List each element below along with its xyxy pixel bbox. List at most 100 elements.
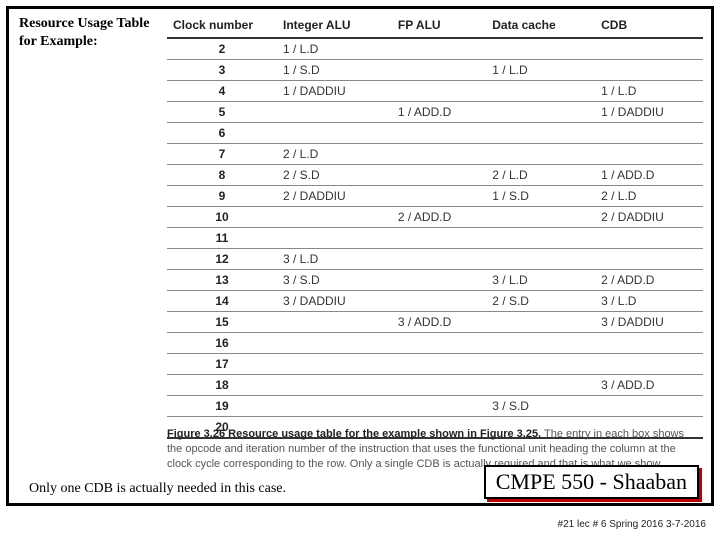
cell-fpalu [392,165,486,186]
table-row: 5 1 / ADD.D 1 / DADDIU [167,102,703,123]
cell-ialu [277,375,392,396]
table-row: 153 / ADD.D3 / DADDIU [167,312,703,333]
cell-ialu [277,333,392,354]
cell-clock: 3 [167,60,277,81]
table-row: 143 / DADDIU2 / S.D3 / L.D [167,291,703,312]
cell-cdb [595,144,703,165]
col-ialu: Integer ALU [277,15,392,38]
table-row: 31 / S.D 1 / L.D [167,60,703,81]
cell-cdb: 1 / DADDIU [595,102,703,123]
cell-cdb: 2 / L.D [595,186,703,207]
page-meta: #21 lec # 6 Spring 2016 3-7-2016 [558,519,706,530]
cell-cdb [595,396,703,417]
table-row: 102 / ADD.D2 / DADDIU [167,207,703,228]
cell-dcache: 3 / L.D [486,270,595,291]
cell-fpalu [392,123,486,144]
cell-fpalu: 2 / ADD.D [392,207,486,228]
table-row: 16 [167,333,703,354]
col-dcache: Data cache [486,15,595,38]
caption-lead: Figure 3.26 Resource usage table for the… [167,428,541,440]
table-row: 17 [167,354,703,375]
cell-cdb [595,333,703,354]
col-cdb: CDB [595,15,703,38]
cell-clock: 11 [167,228,277,249]
cell-clock: 12 [167,249,277,270]
cell-ialu: 2 / DADDIU [277,186,392,207]
cell-clock: 13 [167,270,277,291]
cell-ialu: 3 / L.D [277,249,392,270]
cell-ialu: 1 / L.D [277,38,392,60]
footer-note: Only one CDB is actually needed in this … [29,481,286,497]
cell-cdb: 3 / ADD.D [595,375,703,396]
cell-ialu: 1 / S.D [277,60,392,81]
cell-cdb [595,249,703,270]
cell-clock: 7 [167,144,277,165]
cell-dcache: 3 / S.D [486,396,595,417]
cell-ialu: 3 / S.D [277,270,392,291]
table-row: 6 [167,123,703,144]
cell-clock: 9 [167,186,277,207]
cell-fpalu [392,38,486,60]
cell-dcache: 2 / S.D [486,291,595,312]
cell-cdb: 1 / L.D [595,81,703,102]
col-fpalu: FP ALU [392,15,486,38]
table-row: 11 [167,228,703,249]
course-tag: CMPE 550 - Shaaban [484,465,699,499]
cell-ialu [277,102,392,123]
cell-ialu [277,354,392,375]
table-header-row: Clock number Integer ALU FP ALU Data cac… [167,15,703,38]
cell-fpalu [392,228,486,249]
cell-clock: 8 [167,165,277,186]
cell-dcache [486,333,595,354]
cell-dcache [486,123,595,144]
cell-dcache: 1 / S.D [486,186,595,207]
table-row: 183 / ADD.D [167,375,703,396]
cell-clock: 4 [167,81,277,102]
cell-cdb: 3 / DADDIU [595,312,703,333]
cell-dcache [486,207,595,228]
table-row: 41 / DADDIU1 / L.D [167,81,703,102]
cell-clock: 19 [167,396,277,417]
cell-ialu [277,207,392,228]
table-row: 72 / L.D [167,144,703,165]
cell-clock: 2 [167,38,277,60]
cell-ialu: 2 / L.D [277,144,392,165]
cell-clock: 14 [167,291,277,312]
cell-dcache [486,375,595,396]
cell-cdb: 1 / ADD.D [595,165,703,186]
cell-ialu [277,312,392,333]
cell-dcache: 2 / L.D [486,165,595,186]
cell-fpalu [392,60,486,81]
cell-fpalu: 3 / ADD.D [392,312,486,333]
col-clock: Clock number [167,15,277,38]
cell-fpalu [392,375,486,396]
cell-clock: 16 [167,333,277,354]
cell-cdb [595,228,703,249]
resource-table: Clock number Integer ALU FP ALU Data cac… [167,15,703,439]
cell-dcache [486,38,595,60]
cell-clock: 10 [167,207,277,228]
cell-cdb [595,123,703,144]
cell-dcache [486,228,595,249]
cell-dcache [486,312,595,333]
cell-cdb: 2 / ADD.D [595,270,703,291]
cell-cdb [595,38,703,60]
cell-ialu: 2 / S.D [277,165,392,186]
cell-ialu [277,123,392,144]
cell-cdb [595,354,703,375]
resource-table-wrap: Clock number Integer ALU FP ALU Data cac… [167,15,703,439]
cell-cdb: 3 / L.D [595,291,703,312]
cell-fpalu: 1 / ADD.D [392,102,486,123]
cell-fpalu [392,291,486,312]
cell-fpalu [392,333,486,354]
cell-fpalu [392,270,486,291]
cell-dcache [486,144,595,165]
cell-fpalu [392,249,486,270]
cell-cdb [595,60,703,81]
cell-fpalu [392,396,486,417]
cell-dcache: 1 / L.D [486,60,595,81]
table-row: 123 / L.D [167,249,703,270]
cell-dcache [486,249,595,270]
cell-clock: 5 [167,102,277,123]
table-row: 92 / DADDIU 1 / S.D2 / L.D [167,186,703,207]
